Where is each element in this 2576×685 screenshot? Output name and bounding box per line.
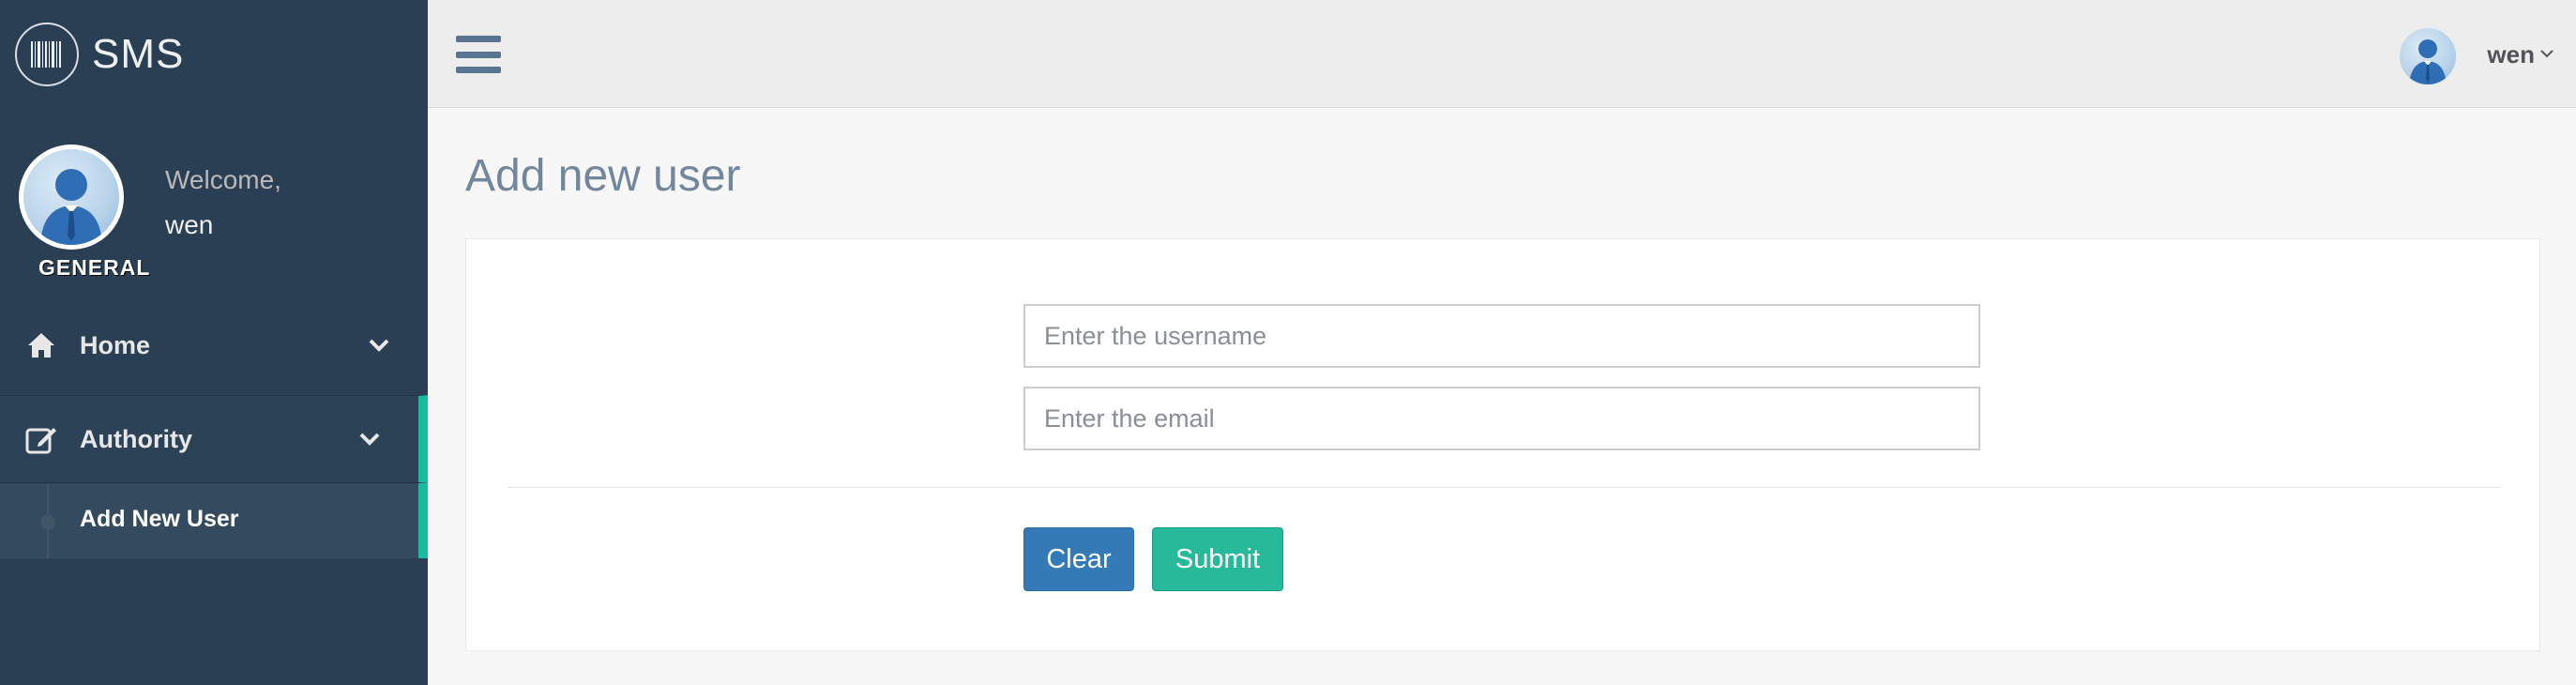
user-menu-name[interactable]: wen: [2487, 40, 2535, 69]
profile-name: wen: [165, 210, 214, 239]
brand-name: SMS: [92, 31, 185, 77]
submenu-label: Add New User: [80, 506, 239, 532]
submit-button[interactable]: Submit: [1152, 527, 1283, 591]
page-title: Add new user: [465, 151, 741, 201]
submenu-dot-icon: [40, 515, 55, 530]
section-title: GENERAL: [38, 255, 151, 280]
barcode-icon: [15, 23, 79, 86]
sidebar-item-home[interactable]: Home: [0, 300, 428, 390]
username-input[interactable]: [1023, 304, 1980, 368]
welcome-text: Welcome,: [165, 165, 281, 194]
profile-avatar: [19, 145, 124, 250]
brand[interactable]: SMS: [15, 23, 184, 86]
menu-toggle-icon[interactable]: [456, 36, 501, 73]
edit-icon: [24, 422, 58, 456]
chevron-down-icon: [366, 332, 392, 358]
form-panel: Username * Email * Clear Submit: [465, 238, 2540, 651]
chevron-down-icon[interactable]: [2540, 47, 2553, 60]
home-icon: [24, 328, 58, 362]
sidebar: SMS Welcome, wen GENERAL Home Authority …: [0, 0, 428, 685]
sidebar-item-authority[interactable]: Authority: [0, 395, 428, 483]
sidebar-item-label: Authority: [80, 424, 192, 453]
form-divider: [508, 487, 2500, 488]
email-input[interactable]: [1023, 387, 1980, 450]
top-navbar: wen: [428, 0, 2576, 108]
clear-button[interactable]: Clear: [1023, 527, 1134, 591]
sidebar-subitem-add-new-user[interactable]: Add New User: [0, 483, 428, 558]
sidebar-item-label: Home: [80, 330, 151, 359]
user-avatar[interactable]: [2400, 28, 2456, 84]
chevron-down-icon: [356, 426, 383, 452]
